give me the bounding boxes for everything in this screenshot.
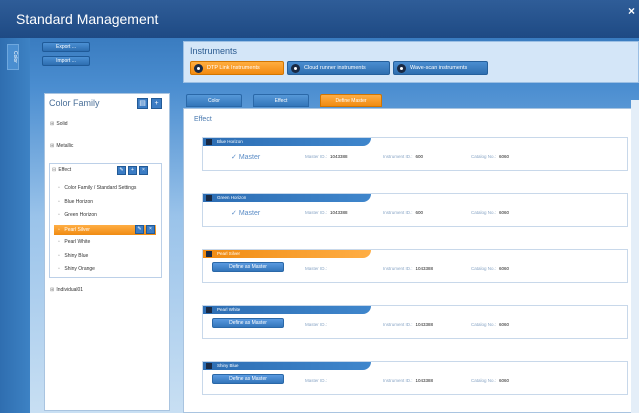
expand-icon: ⊞ [50,143,55,149]
add-icon[interactable]: + [128,166,137,175]
catalog-no-field: Catalog No.: 6060 [471,154,510,159]
define-as-master-button[interactable]: Define as Master [212,262,284,272]
instrument-id-field: Instrument ID.: 1043388 [383,322,434,327]
close-icon[interactable]: × [628,4,635,18]
item-icon: ▫ [58,185,60,191]
master-id-field: Master ID.: 1043388 [305,210,348,215]
color-card-pearl-silver: Pearl Silver Define as Master Master ID.… [202,249,628,283]
color-swatch-icon [206,139,212,145]
tree-item-shiny-blue[interactable]: ▫ Shiny Blue [58,253,88,259]
vertical-scrollbar[interactable] [631,100,639,413]
effect-group [49,163,162,278]
collapse-icon: ⊟ [52,167,57,173]
color-swatch-icon [206,251,212,257]
instruments-panel: Instruments DTP Link Instruments Cloud r… [183,41,639,83]
tree-item-solid[interactable]: ⊞ Solid [50,121,68,127]
item-icon: ▫ [58,227,60,233]
dtp-link-instruments-button[interactable]: DTP Link Instruments [190,61,284,75]
tree-item-green-horizon[interactable]: ▫ Green Horizon [58,212,97,218]
item-icon: ▫ [58,212,60,218]
master-id-field: Master ID.: 1043388 [305,154,348,159]
import-button[interactable]: Import ... [42,56,90,66]
color-swatch-icon [206,195,212,201]
edit-icon[interactable]: ✎ [135,225,144,234]
add-icon[interactable]: + [151,98,162,109]
delete-icon[interactable]: × [146,225,155,234]
color-card-green-horizon: Green Horizon ✓ Master Master ID.: 104338… [202,193,628,227]
item-icon: ▫ [58,199,60,205]
catalog-no-field: Catalog No.: 6060 [471,266,510,271]
window-title: Standard Management [16,11,159,27]
delete-icon[interactable]: × [139,166,148,175]
instrument-icon [291,64,300,73]
tree-item-blue-horizon[interactable]: ▫ Blue Horizon [58,199,93,205]
define-as-master-button[interactable]: Define as Master [212,374,284,384]
color-card-blue-horizon: Blue Horizon ✓ Master Master ID.: 1043388… [202,137,628,171]
tab-color[interactable]: Color [186,94,242,107]
expand-icon: ⊞ [50,287,55,293]
vertical-tab-color[interactable]: Color [7,44,19,70]
card-header: Shiny Blue [203,362,371,370]
instrument-icon [397,64,406,73]
title-bar: Standard Management × [0,0,639,38]
card-header: Blue Horizon [203,138,371,146]
catalog-no-field: Catalog No.: 6060 [471,210,510,215]
catalog-no-field: Catalog No.: 6060 [471,378,510,383]
card-header: Green Horizon [203,194,371,202]
color-card-pearl-white: Pearl White Define as Master Master ID.:… [202,305,628,339]
folder-icon[interactable]: ▤ [137,98,148,109]
master-status: ✓ Master [231,210,261,217]
instruments-label: Instruments [190,46,238,56]
tree-item-effect[interactable]: ⊟ Effect [52,167,71,173]
tab-define-master[interactable]: Define Master [320,94,382,107]
master-id-field: Master ID.: [305,378,328,383]
item-icon: ▫ [58,253,60,259]
catalog-no-field: Catalog No.: 6060 [471,322,510,327]
tree-item-shiny-orange[interactable]: ▫ Shiny Orange [58,266,95,272]
edit-icon[interactable]: ✎ [117,166,126,175]
color-swatch-icon [206,363,212,369]
instrument-id-field: Instrument ID.: 1043388 [383,266,434,271]
item-icon: ▫ [58,239,60,245]
instrument-id-field: Instrument ID.: 600 [383,154,424,159]
instrument-id-field: Instrument ID.: 600 [383,210,424,215]
tree-item-pearl-silver-selected[interactable]: ▫ Pearl Silver ✎ × [54,225,156,235]
color-family-title: Color Family [49,98,100,108]
master-id-field: Master ID.: [305,266,328,271]
cloud-runner-instruments-button[interactable]: Cloud runner instruments [287,61,390,75]
tree-item-pearl-white[interactable]: ▫ Pearl White [58,239,90,245]
master-id-field: Master ID.: [305,322,328,327]
instrument-id-field: Instrument ID.: 1043388 [383,378,434,383]
tab-effect[interactable]: Effect [253,94,309,107]
wave-scan-instruments-button[interactable]: Wave-scan instruments [393,61,488,75]
define-as-master-button[interactable]: Define as Master [212,318,284,328]
master-status: ✓ Master [231,154,261,161]
color-swatch-icon [206,307,212,313]
effect-section-title: Effect [194,116,212,123]
tree-item-standard-settings[interactable]: ▫ Color Family / Standard Settings [58,185,136,191]
left-strip: Color [0,38,30,413]
instrument-icon [194,64,203,73]
tree-item-individual01[interactable]: ⊞ Individual01 [50,287,83,293]
card-header: Pearl White [203,306,371,314]
export-button[interactable]: Export ... [42,42,90,52]
expand-icon: ⊞ [50,121,55,127]
card-header: Pearl Silver [203,250,371,258]
color-card-shiny-blue: Shiny Blue Define as Master Master ID.: … [202,361,628,395]
item-icon: ▫ [58,266,60,272]
tree-item-metallic[interactable]: ⊞ Metallic [50,143,73,149]
